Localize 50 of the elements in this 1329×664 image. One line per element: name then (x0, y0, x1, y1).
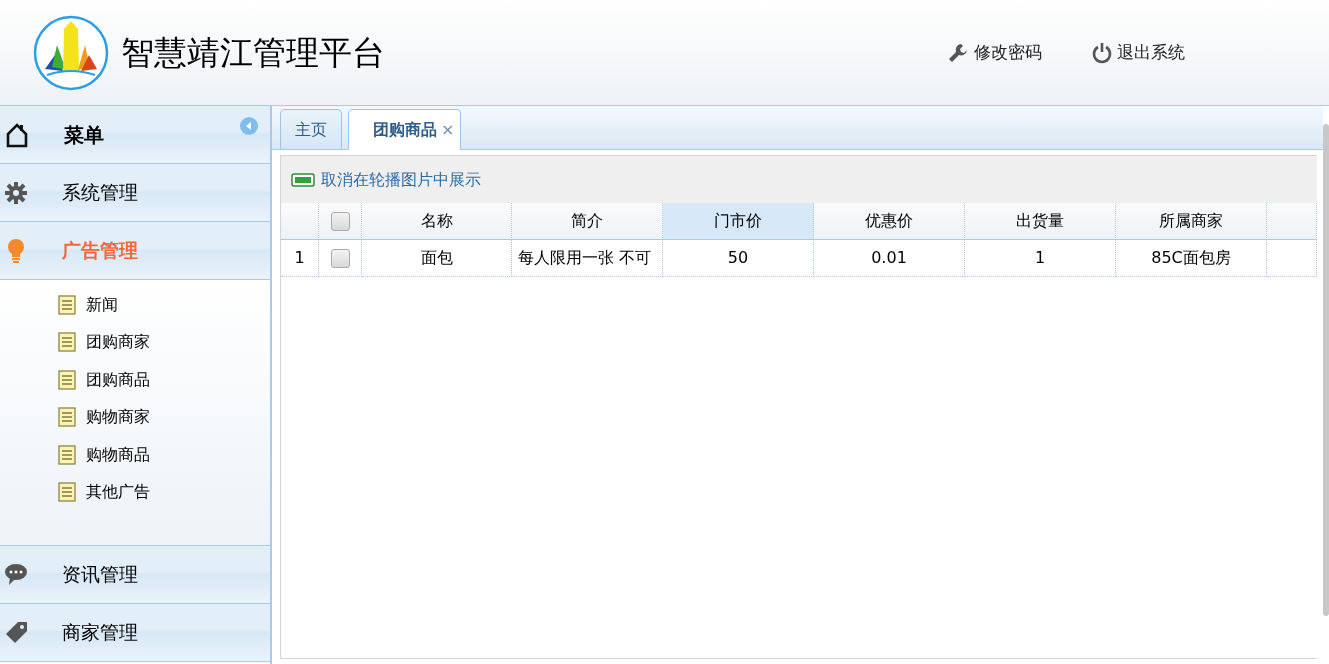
document-icon (58, 444, 76, 465)
column-header[interactable]: 出货量 (965, 203, 1116, 240)
home-icon (4, 121, 30, 148)
table-cell: 1 (965, 240, 1116, 277)
gear-icon (4, 180, 28, 205)
document-icon (58, 407, 76, 428)
wrench-icon (947, 41, 969, 64)
close-icon[interactable]: × (441, 120, 455, 139)
sidebar-item[interactable]: 新闻 (0, 286, 270, 324)
sidebar-item[interactable]: 团购商品 (0, 361, 270, 399)
row-number: 1 (281, 240, 319, 277)
logo-icon (33, 14, 109, 91)
speech-bubble-icon (4, 562, 28, 587)
column-header (1267, 203, 1317, 240)
tab[interactable]: 团购商品 × (348, 109, 462, 150)
toolbar-button[interactable]: 取消在轮播图片中展示 (291, 167, 481, 192)
column-header[interactable]: 名称 (362, 203, 512, 240)
app-title: 智慧靖江管理平台 (121, 31, 385, 74)
tab[interactable]: 主页 (280, 109, 342, 149)
collapse-icon[interactable] (240, 116, 258, 135)
sidebar-item[interactable]: 其他广告 (0, 473, 270, 511)
rectangle-icon (291, 172, 315, 187)
table-cell: 面包 (362, 240, 512, 277)
checkbox[interactable] (330, 248, 350, 268)
table-cell: 85C面包房 (1116, 240, 1267, 277)
document-icon (58, 482, 76, 503)
table-cell: 每人限用一张 不可 (512, 240, 663, 277)
sidebar-item[interactable]: 团购商家 (0, 323, 270, 361)
sidebar-group[interactable]: 资讯管理 (0, 546, 270, 604)
header-link[interactable]: 退出系统 (1092, 39, 1185, 66)
column-header[interactable]: 优惠价 (814, 203, 965, 240)
power-icon (1092, 41, 1112, 64)
sidebar-title: 菜单 (64, 121, 104, 149)
column-header[interactable]: 所属商家 (1116, 203, 1267, 240)
sidebar-item[interactable]: 购物商家 (0, 398, 270, 436)
document-icon (58, 294, 76, 315)
column-header[interactable]: 门市价 (663, 203, 814, 240)
table-cell: 0.01 (814, 240, 965, 277)
sidebar-group[interactable]: 系统管理 (0, 164, 270, 222)
document-icon (58, 369, 76, 390)
document-icon (58, 332, 76, 353)
column-header[interactable]: 简介 (512, 203, 663, 240)
scrollbar[interactable] (1323, 124, 1329, 616)
checkbox[interactable] (330, 211, 350, 231)
sidebar-item[interactable]: 购物商品 (0, 436, 270, 474)
table-cell (1267, 240, 1317, 277)
header-link[interactable]: 修改密码 (947, 39, 1042, 66)
table-cell: 50 (663, 240, 814, 277)
tag-icon (4, 620, 28, 645)
sidebar-group[interactable]: 商家管理 (0, 604, 270, 662)
